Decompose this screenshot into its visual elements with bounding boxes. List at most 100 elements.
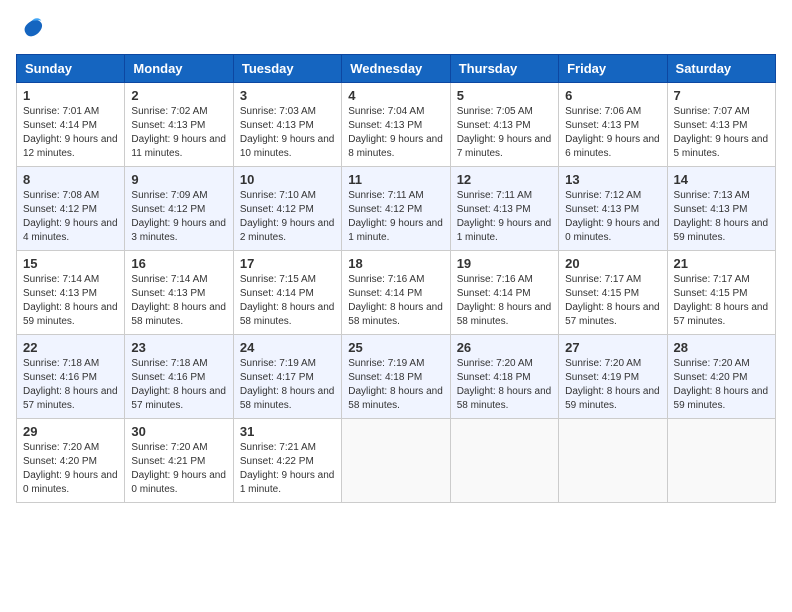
day-number: 19 bbox=[457, 256, 552, 271]
day-info: Sunrise: 7:20 AM Sunset: 4:20 PM Dayligh… bbox=[674, 357, 769, 413]
day-info: Sunrise: 7:20 AM Sunset: 4:21 PM Dayligh… bbox=[131, 441, 226, 497]
day-info: Sunrise: 7:09 AM Sunset: 4:12 PM Dayligh… bbox=[131, 189, 226, 245]
day-info: Sunrise: 7:04 AM Sunset: 4:13 PM Dayligh… bbox=[348, 105, 443, 161]
calendar-week-row: 22 Sunrise: 7:18 AM Sunset: 4:16 PM Dayl… bbox=[17, 335, 776, 419]
calendar-cell: 13 Sunrise: 7:12 AM Sunset: 4:13 PM Dayl… bbox=[559, 167, 667, 251]
calendar-table: SundayMondayTuesdayWednesdayThursdayFrid… bbox=[16, 54, 776, 503]
calendar-cell: 26 Sunrise: 7:20 AM Sunset: 4:18 PM Dayl… bbox=[450, 335, 558, 419]
day-number: 21 bbox=[674, 256, 769, 271]
calendar-week-row: 8 Sunrise: 7:08 AM Sunset: 4:12 PM Dayli… bbox=[17, 167, 776, 251]
day-number: 12 bbox=[457, 172, 552, 187]
calendar-cell: 5 Sunrise: 7:05 AM Sunset: 4:13 PM Dayli… bbox=[450, 83, 558, 167]
day-info: Sunrise: 7:20 AM Sunset: 4:20 PM Dayligh… bbox=[23, 441, 118, 497]
day-info: Sunrise: 7:17 AM Sunset: 4:15 PM Dayligh… bbox=[565, 273, 660, 329]
calendar-cell: 10 Sunrise: 7:10 AM Sunset: 4:12 PM Dayl… bbox=[233, 167, 341, 251]
day-info: Sunrise: 7:20 AM Sunset: 4:19 PM Dayligh… bbox=[565, 357, 660, 413]
day-info: Sunrise: 7:18 AM Sunset: 4:16 PM Dayligh… bbox=[131, 357, 226, 413]
calendar-cell: 1 Sunrise: 7:01 AM Sunset: 4:14 PM Dayli… bbox=[17, 83, 125, 167]
day-number: 8 bbox=[23, 172, 118, 187]
day-number: 31 bbox=[240, 424, 335, 439]
calendar-cell: 4 Sunrise: 7:04 AM Sunset: 4:13 PM Dayli… bbox=[342, 83, 450, 167]
calendar-header-sunday: Sunday bbox=[17, 55, 125, 83]
day-info: Sunrise: 7:19 AM Sunset: 4:18 PM Dayligh… bbox=[348, 357, 443, 413]
day-info: Sunrise: 7:05 AM Sunset: 4:13 PM Dayligh… bbox=[457, 105, 552, 161]
day-number: 1 bbox=[23, 88, 118, 103]
calendar-cell: 19 Sunrise: 7:16 AM Sunset: 4:14 PM Dayl… bbox=[450, 251, 558, 335]
day-info: Sunrise: 7:13 AM Sunset: 4:13 PM Dayligh… bbox=[674, 189, 769, 245]
calendar-header-saturday: Saturday bbox=[667, 55, 775, 83]
day-number: 30 bbox=[131, 424, 226, 439]
calendar-cell: 27 Sunrise: 7:20 AM Sunset: 4:19 PM Dayl… bbox=[559, 335, 667, 419]
calendar-cell: 15 Sunrise: 7:14 AM Sunset: 4:13 PM Dayl… bbox=[17, 251, 125, 335]
calendar-cell: 8 Sunrise: 7:08 AM Sunset: 4:12 PM Dayli… bbox=[17, 167, 125, 251]
day-info: Sunrise: 7:16 AM Sunset: 4:14 PM Dayligh… bbox=[457, 273, 552, 329]
day-number: 20 bbox=[565, 256, 660, 271]
calendar-cell bbox=[342, 419, 450, 503]
day-number: 28 bbox=[674, 340, 769, 355]
day-info: Sunrise: 7:15 AM Sunset: 4:14 PM Dayligh… bbox=[240, 273, 335, 329]
day-info: Sunrise: 7:07 AM Sunset: 4:13 PM Dayligh… bbox=[674, 105, 769, 161]
day-number: 11 bbox=[348, 172, 443, 187]
calendar-header-wednesday: Wednesday bbox=[342, 55, 450, 83]
day-number: 4 bbox=[348, 88, 443, 103]
day-info: Sunrise: 7:17 AM Sunset: 4:15 PM Dayligh… bbox=[674, 273, 769, 329]
logo-bird-icon bbox=[18, 16, 46, 44]
day-number: 15 bbox=[23, 256, 118, 271]
calendar-cell: 22 Sunrise: 7:18 AM Sunset: 4:16 PM Dayl… bbox=[17, 335, 125, 419]
day-info: Sunrise: 7:14 AM Sunset: 4:13 PM Dayligh… bbox=[131, 273, 226, 329]
calendar-cell: 17 Sunrise: 7:15 AM Sunset: 4:14 PM Dayl… bbox=[233, 251, 341, 335]
day-number: 5 bbox=[457, 88, 552, 103]
calendar-cell: 16 Sunrise: 7:14 AM Sunset: 4:13 PM Dayl… bbox=[125, 251, 233, 335]
day-number: 10 bbox=[240, 172, 335, 187]
day-info: Sunrise: 7:01 AM Sunset: 4:14 PM Dayligh… bbox=[23, 105, 118, 161]
day-info: Sunrise: 7:12 AM Sunset: 4:13 PM Dayligh… bbox=[565, 189, 660, 245]
calendar-cell: 20 Sunrise: 7:17 AM Sunset: 4:15 PM Dayl… bbox=[559, 251, 667, 335]
day-info: Sunrise: 7:14 AM Sunset: 4:13 PM Dayligh… bbox=[23, 273, 118, 329]
day-info: Sunrise: 7:11 AM Sunset: 4:12 PM Dayligh… bbox=[348, 189, 443, 245]
calendar-cell: 25 Sunrise: 7:19 AM Sunset: 4:18 PM Dayl… bbox=[342, 335, 450, 419]
calendar-cell: 6 Sunrise: 7:06 AM Sunset: 4:13 PM Dayli… bbox=[559, 83, 667, 167]
calendar-cell: 11 Sunrise: 7:11 AM Sunset: 4:12 PM Dayl… bbox=[342, 167, 450, 251]
day-info: Sunrise: 7:02 AM Sunset: 4:13 PM Dayligh… bbox=[131, 105, 226, 161]
day-number: 18 bbox=[348, 256, 443, 271]
day-number: 3 bbox=[240, 88, 335, 103]
day-info: Sunrise: 7:08 AM Sunset: 4:12 PM Dayligh… bbox=[23, 189, 118, 245]
calendar-cell bbox=[450, 419, 558, 503]
day-info: Sunrise: 7:11 AM Sunset: 4:13 PM Dayligh… bbox=[457, 189, 552, 245]
calendar-cell: 18 Sunrise: 7:16 AM Sunset: 4:14 PM Dayl… bbox=[342, 251, 450, 335]
calendar-cell: 23 Sunrise: 7:18 AM Sunset: 4:16 PM Dayl… bbox=[125, 335, 233, 419]
day-number: 9 bbox=[131, 172, 226, 187]
day-number: 13 bbox=[565, 172, 660, 187]
day-number: 29 bbox=[23, 424, 118, 439]
day-number: 2 bbox=[131, 88, 226, 103]
day-info: Sunrise: 7:03 AM Sunset: 4:13 PM Dayligh… bbox=[240, 105, 335, 161]
calendar-cell: 24 Sunrise: 7:19 AM Sunset: 4:17 PM Dayl… bbox=[233, 335, 341, 419]
calendar-week-row: 1 Sunrise: 7:01 AM Sunset: 4:14 PM Dayli… bbox=[17, 83, 776, 167]
day-info: Sunrise: 7:10 AM Sunset: 4:12 PM Dayligh… bbox=[240, 189, 335, 245]
calendar-cell bbox=[559, 419, 667, 503]
calendar-cell bbox=[667, 419, 775, 503]
calendar-header-row: SundayMondayTuesdayWednesdayThursdayFrid… bbox=[17, 55, 776, 83]
day-info: Sunrise: 7:16 AM Sunset: 4:14 PM Dayligh… bbox=[348, 273, 443, 329]
calendar-header-tuesday: Tuesday bbox=[233, 55, 341, 83]
day-number: 7 bbox=[674, 88, 769, 103]
day-info: Sunrise: 7:21 AM Sunset: 4:22 PM Dayligh… bbox=[240, 441, 335, 497]
day-number: 23 bbox=[131, 340, 226, 355]
header bbox=[16, 16, 776, 44]
calendar-header-monday: Monday bbox=[125, 55, 233, 83]
calendar-week-row: 15 Sunrise: 7:14 AM Sunset: 4:13 PM Dayl… bbox=[17, 251, 776, 335]
calendar-cell: 12 Sunrise: 7:11 AM Sunset: 4:13 PM Dayl… bbox=[450, 167, 558, 251]
day-number: 6 bbox=[565, 88, 660, 103]
day-info: Sunrise: 7:18 AM Sunset: 4:16 PM Dayligh… bbox=[23, 357, 118, 413]
day-number: 24 bbox=[240, 340, 335, 355]
day-info: Sunrise: 7:06 AM Sunset: 4:13 PM Dayligh… bbox=[565, 105, 660, 161]
calendar-cell: 31 Sunrise: 7:21 AM Sunset: 4:22 PM Dayl… bbox=[233, 419, 341, 503]
day-number: 26 bbox=[457, 340, 552, 355]
calendar-cell: 3 Sunrise: 7:03 AM Sunset: 4:13 PM Dayli… bbox=[233, 83, 341, 167]
day-info: Sunrise: 7:19 AM Sunset: 4:17 PM Dayligh… bbox=[240, 357, 335, 413]
day-info: Sunrise: 7:20 AM Sunset: 4:18 PM Dayligh… bbox=[457, 357, 552, 413]
calendar-cell: 9 Sunrise: 7:09 AM Sunset: 4:12 PM Dayli… bbox=[125, 167, 233, 251]
day-number: 14 bbox=[674, 172, 769, 187]
calendar-cell: 14 Sunrise: 7:13 AM Sunset: 4:13 PM Dayl… bbox=[667, 167, 775, 251]
calendar-week-row: 29 Sunrise: 7:20 AM Sunset: 4:20 PM Dayl… bbox=[17, 419, 776, 503]
